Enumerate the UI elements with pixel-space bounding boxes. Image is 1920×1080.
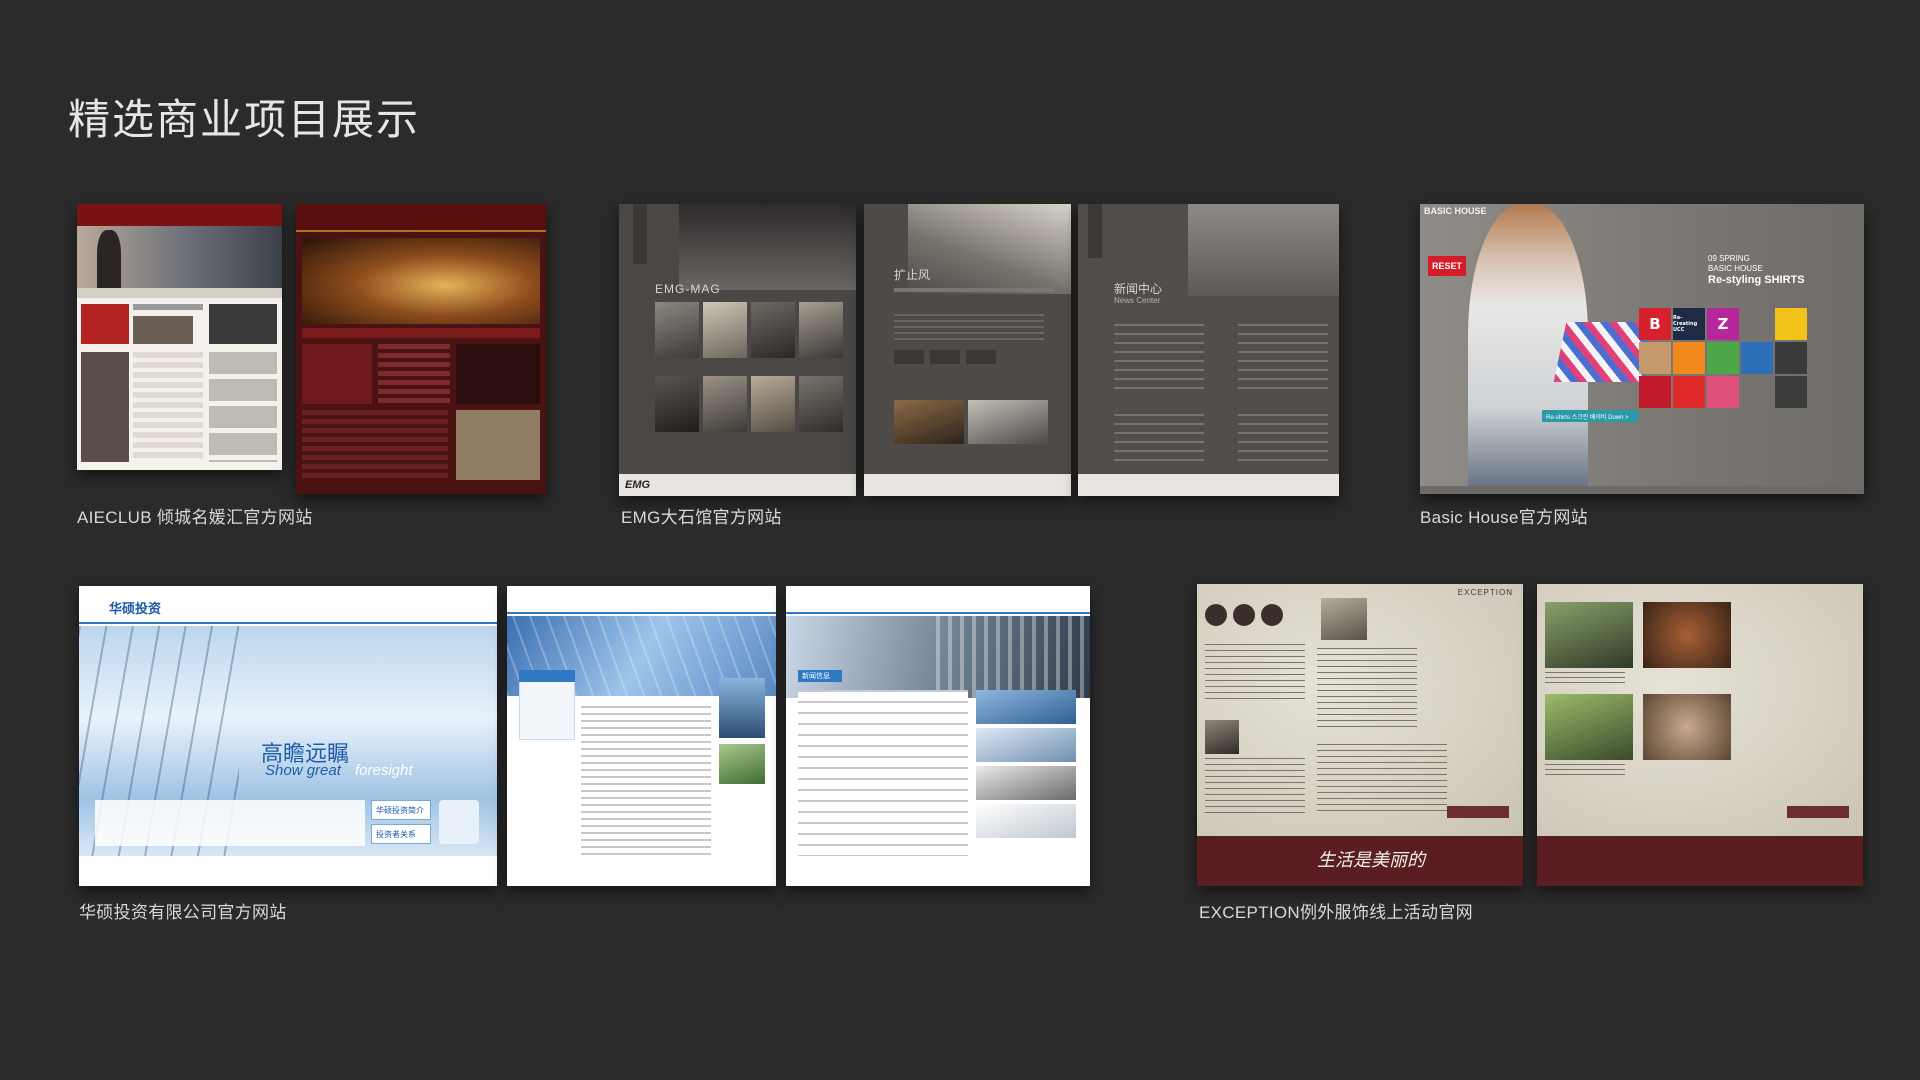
project-caption: EMG大石馆官方网站 xyxy=(621,508,782,527)
project-caption: EXCEPTION例外服饰线上活动官网 xyxy=(1199,903,1473,922)
aieclub-thumbnail-venue[interactable] xyxy=(296,204,546,494)
emg-custom-title: 扩止风 xyxy=(894,268,931,282)
page-title: 精选商业项目展示 xyxy=(68,96,421,143)
tile-pink[interactable] xyxy=(1707,376,1739,408)
tile-green[interactable] xyxy=(1707,342,1739,374)
project-caption: Basic House官方网站 xyxy=(1420,508,1588,527)
tile-ucc[interactable]: Re-Creating UCC xyxy=(1673,308,1705,340)
basichouse-thumbnail[interactable]: BASIC HOUSE RESET 09 SPRING BASIC HOUSE … xyxy=(1420,204,1864,494)
exception-brand: EXCEPTION xyxy=(1457,588,1513,597)
tile-blue[interactable] xyxy=(1741,342,1773,374)
aieclub-thumbnail-home[interactable] xyxy=(77,204,282,470)
project-caption: AIECLUB 倾城名媛汇官方网站 xyxy=(77,508,313,527)
huashuo-investor-button[interactable]: 投资者关系 xyxy=(371,824,431,844)
tile-dark[interactable] xyxy=(1775,342,1807,374)
basichouse-cta-button[interactable]: Re-shirts 스크린 베이비 Down > xyxy=(1542,410,1638,422)
tile-z[interactable]: Z xyxy=(1707,308,1739,340)
huashuo-thumbnail-home[interactable]: 华硕投资 高瞻远瞩 Show great foresight 华硕投资简介 投资… xyxy=(79,586,497,886)
emg-thumbnail-magazine[interactable]: EMG-MAG EMG xyxy=(619,204,856,496)
project-caption: 华硕投资有限公司官方网站 xyxy=(79,903,287,922)
emg-thumbnail-news[interactable]: 新闻中心 News Center xyxy=(1078,204,1339,496)
emg-news-title: 新闻中心 xyxy=(1114,282,1163,296)
exception-thumbnail-1[interactable]: EXCEPTION 生活是美丽的 xyxy=(1197,584,1523,886)
huashuo-thumbnail-news[interactable]: 新闻信息 xyxy=(786,586,1090,886)
huashuo-news-tab[interactable]: 新闻信息 xyxy=(798,670,842,682)
huashuo-intro-button[interactable]: 华硕投资简介 xyxy=(371,800,431,820)
basichouse-headline-title: Re-styling SHIRTS xyxy=(1708,274,1805,286)
exception-thumbnail-2[interactable] xyxy=(1537,584,1863,886)
reset-badge: RESET xyxy=(1428,256,1466,276)
exception-script: 生活是美丽的 xyxy=(1317,850,1425,871)
tile-yellow[interactable] xyxy=(1775,308,1807,340)
basichouse-headline-brand: BASIC HOUSE xyxy=(1708,264,1763,273)
tile-clock[interactable] xyxy=(1775,376,1807,408)
huashuo-slogan-en-1: Show great xyxy=(265,762,341,779)
basichouse-headline-season: 09 SPRING xyxy=(1708,254,1750,263)
emg-logo: EMG xyxy=(625,479,651,491)
huashuo-slogan-en-2: foresight xyxy=(355,762,413,779)
tile-photo[interactable] xyxy=(1639,342,1671,374)
basichouse-logo: BASIC HOUSE xyxy=(1424,206,1487,216)
emg-thumbnail-custom[interactable]: 扩止风 xyxy=(864,204,1071,496)
emg-news-subtitle: News Center xyxy=(1114,296,1161,305)
tile-orange[interactable] xyxy=(1673,342,1705,374)
tile-red-3[interactable] xyxy=(1673,376,1705,408)
tile-red-2[interactable] xyxy=(1639,376,1671,408)
huashuo-logo: 华硕投资 xyxy=(109,601,162,616)
emg-mag-title: EMG-MAG xyxy=(655,282,721,296)
tile-b[interactable]: B xyxy=(1639,308,1671,340)
huashuo-thumbnail-about[interactable] xyxy=(507,586,776,886)
